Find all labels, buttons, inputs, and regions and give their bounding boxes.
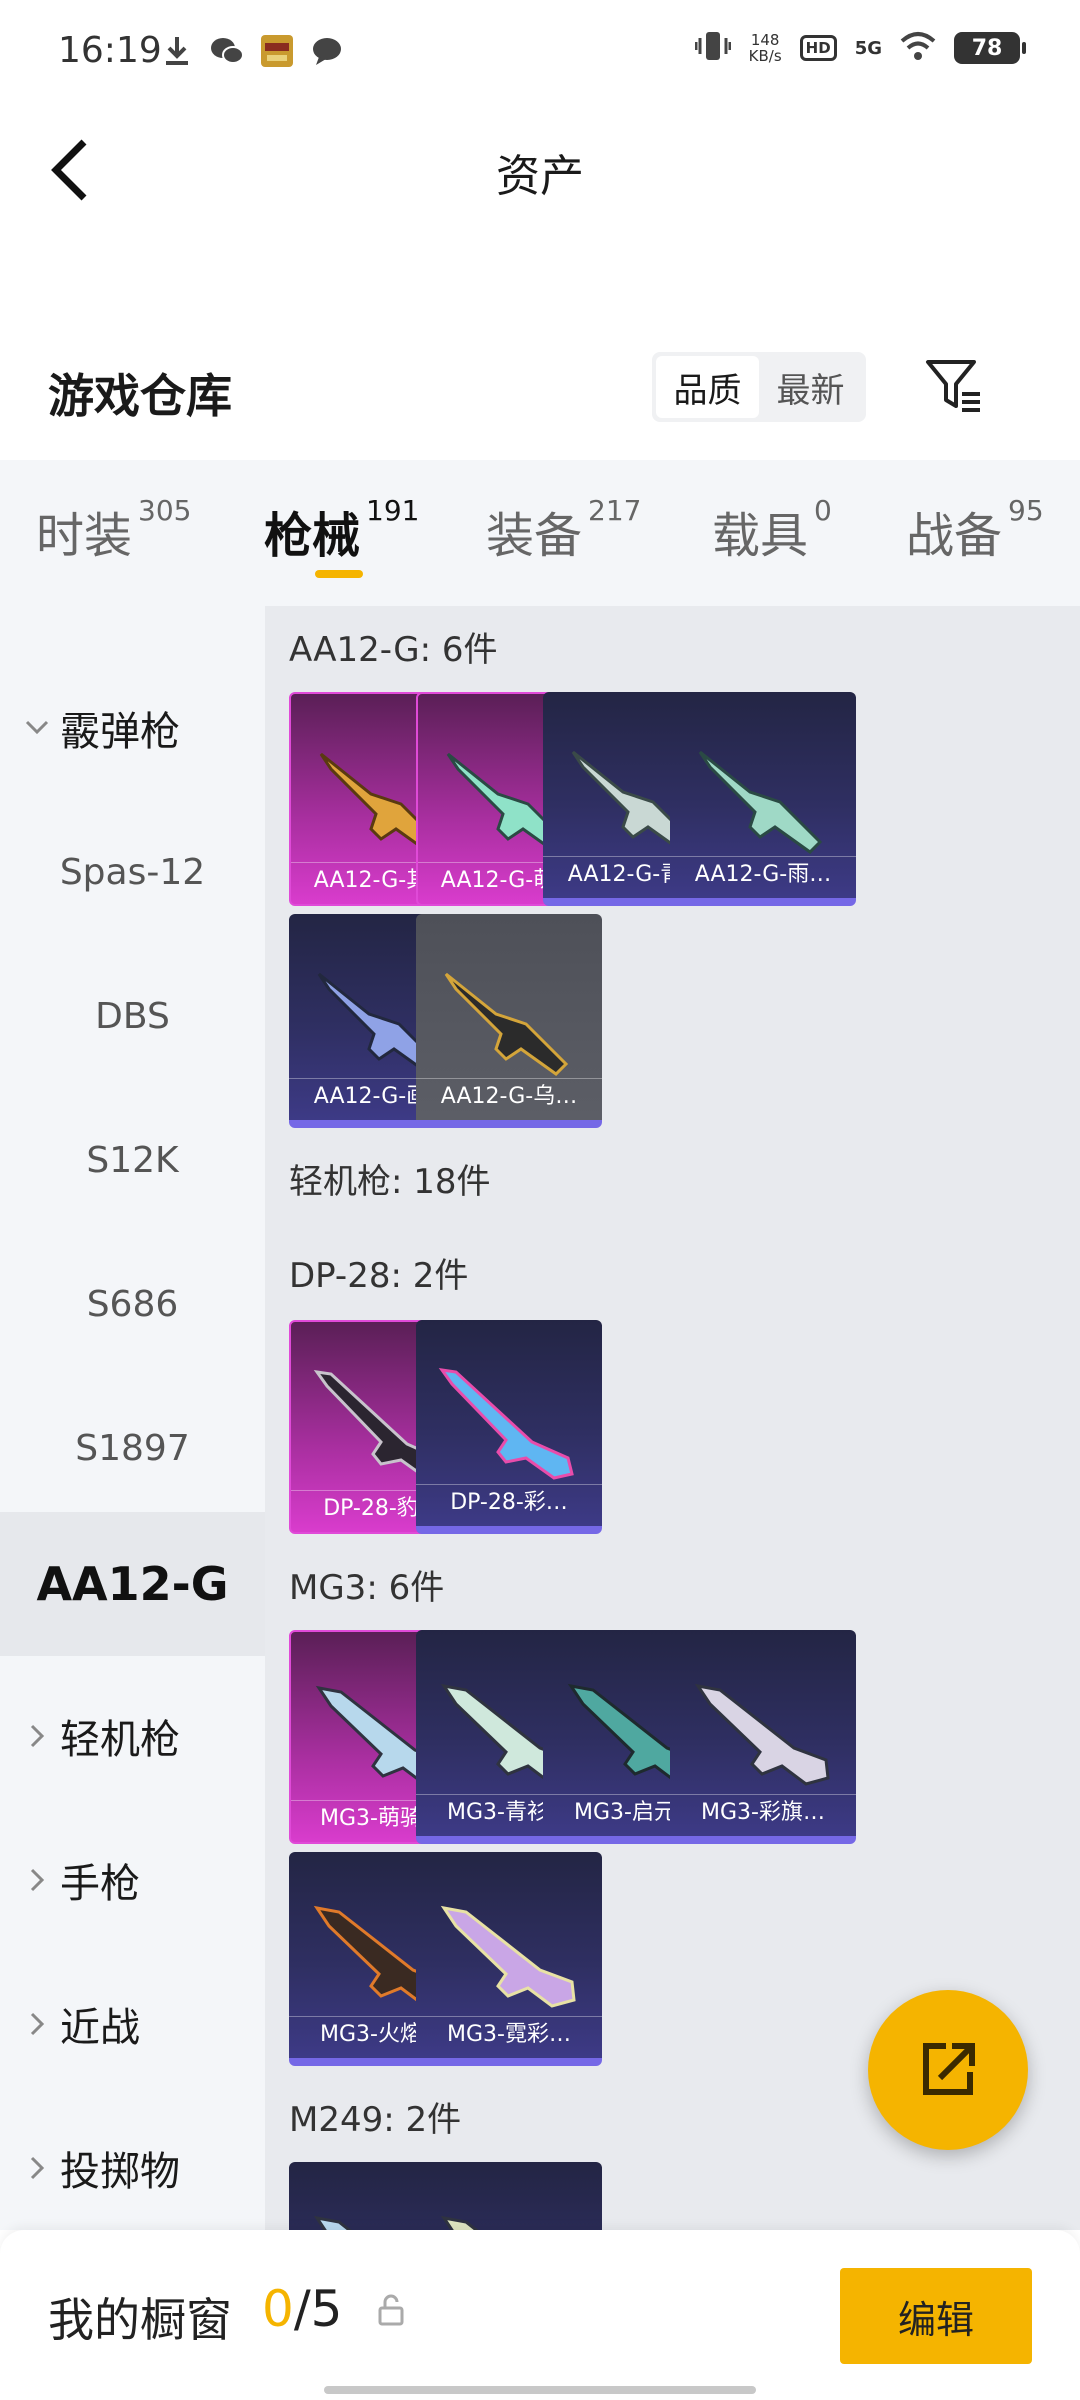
machine-gun-icon (440, 1905, 576, 2008)
tab-supplies[interactable]: 战备 95 (906, 494, 1044, 566)
warehouse-title: 游戏仓库 (48, 369, 232, 423)
item-card[interactable]: AA12-G-乌… (416, 914, 602, 1128)
sidebar-item-s1897[interactable]: S1897 (0, 1376, 265, 1520)
filter-icon (926, 360, 980, 412)
machine-gun-icon (438, 1368, 574, 1480)
home-indicator[interactable] (324, 2386, 756, 2394)
sidebar-item-dbs[interactable]: DBS (0, 944, 265, 1088)
sort-quality-button[interactable]: 品质 (656, 356, 759, 418)
sidebar-group-label: 投掷物 (60, 2149, 180, 2195)
signal-5g: 5G (854, 37, 882, 59)
sort-toggle: 品质 最新 (652, 352, 866, 422)
chevron-right-icon (22, 1868, 52, 1892)
item-card[interactable]: MG3-彩旗… (670, 1630, 856, 1844)
item-card[interactable]: AA12-G-雨… (670, 692, 856, 906)
warehouse-row: 游戏仓库 品质 最新 (0, 330, 1080, 460)
chevron-right-icon (22, 2156, 52, 2180)
section-header-mg3: MG3: 6件 (289, 1568, 445, 1608)
edit-button[interactable]: 编辑 (840, 2268, 1032, 2364)
item-card[interactable]: DP-28-彩… (416, 1320, 602, 1534)
weapon-type-sidebar: 霰弹枪 Spas-12 DBS S12K S686 S1897 AA12-G 轻… (0, 606, 265, 2230)
tab-guns[interactable]: 枪械 191 (264, 494, 419, 566)
share-external-icon (923, 2043, 975, 2095)
showcase-label: 我的橱窗 (48, 2293, 232, 2347)
item-name: MG3-霓彩… (416, 2016, 602, 2052)
chevron-right-icon (22, 1724, 52, 1748)
item-name: AA12-G-雨… (670, 856, 856, 892)
sidebar-item-spas12[interactable]: Spas-12 (0, 800, 265, 944)
section-header-dp28: DP-28: 2件 (289, 1256, 469, 1296)
sidebar-group-pistol[interactable]: 手枪 (0, 1808, 265, 1952)
tab-vehicles[interactable]: 载具 0 (712, 494, 832, 566)
sidebar-group-throwables[interactable]: 投掷物 (0, 2096, 265, 2230)
section-header-lmg: 轻机枪: 18件 (289, 1162, 491, 1202)
page-title: 资产 (496, 151, 584, 202)
sidebar-item-s686[interactable]: S686 (0, 1232, 265, 1376)
showcase-count: 0/5 (262, 2280, 343, 2338)
machine-gun-icon (440, 2215, 479, 2230)
unlock-icon (378, 2294, 404, 2326)
hd-badge: HD (799, 35, 837, 61)
game-app-icon (260, 34, 294, 68)
battery-icon: 78 (954, 32, 1026, 64)
net-speed: 148 KB/s (748, 31, 782, 65)
message-icon (310, 34, 344, 68)
sidebar-group-label: 手枪 (60, 1861, 140, 1907)
item-name: DP-28-彩… (416, 1484, 602, 1520)
sort-latest-button[interactable]: 最新 (759, 356, 862, 418)
sidebar-item-aa12g[interactable]: AA12-G (0, 1512, 265, 1656)
sidebar-group-melee[interactable]: 近战 (0, 1952, 265, 2096)
chevron-right-icon (22, 2012, 52, 2036)
category-tabs: 时装 305 枪械 191 装备 217 载具 0 战备 95 (0, 460, 1080, 606)
sidebar-group-shotgun[interactable]: 霰弹枪 (0, 656, 265, 800)
sidebar-group-label: 霰弹枪 (60, 709, 180, 755)
vibrate-icon (694, 30, 732, 66)
sidebar-group-lmg[interactable]: 轻机枪 (0, 1664, 265, 1808)
app-header: 资产 (0, 110, 1080, 230)
share-fab-button[interactable] (868, 1990, 1028, 2150)
shotgun-icon (444, 972, 569, 1076)
system-icons: 148 KB/s HD 5G 78 (694, 30, 1026, 66)
shotgun-icon (698, 750, 823, 854)
wechat-icon (210, 34, 244, 68)
tab-fashion[interactable]: 时装 305 (36, 494, 191, 566)
status-time: 16:19 (58, 30, 162, 71)
filter-button[interactable] (918, 350, 988, 420)
tab-equipment[interactable]: 装备 217 (486, 494, 641, 566)
active-tab-indicator (315, 570, 363, 578)
sidebar-item-s12k[interactable]: S12K (0, 1088, 265, 1232)
item-grid: AA12-G: 6件 2级 AA12-G-其… 5级 AA12-G-萌… AA1… (265, 606, 1080, 2230)
showcase-bar: 我的橱窗 0/5 编辑 (0, 2230, 1080, 2400)
section-header-m249: M249: 2件 (289, 2100, 462, 2140)
chevron-down-icon (22, 720, 52, 736)
status-bar: 16:19 148 KB/s HD 5G 78 (0, 0, 1080, 110)
item-name: AA12-G-乌… (416, 1078, 602, 1114)
sidebar-group-label: 轻机枪 (60, 1717, 180, 1763)
machine-gun-icon (694, 1683, 830, 1786)
item-name: MG3-彩旗… (670, 1794, 856, 1830)
section-header-aa12g: AA12-G: 6件 (289, 630, 498, 670)
download-icon (160, 34, 194, 68)
wifi-icon (900, 31, 936, 65)
sidebar-group-label: 近战 (60, 2005, 140, 2051)
notification-icons (160, 34, 344, 68)
item-card[interactable]: MG3-霓彩… (416, 1852, 602, 2066)
item-card[interactable] (416, 2162, 602, 2230)
